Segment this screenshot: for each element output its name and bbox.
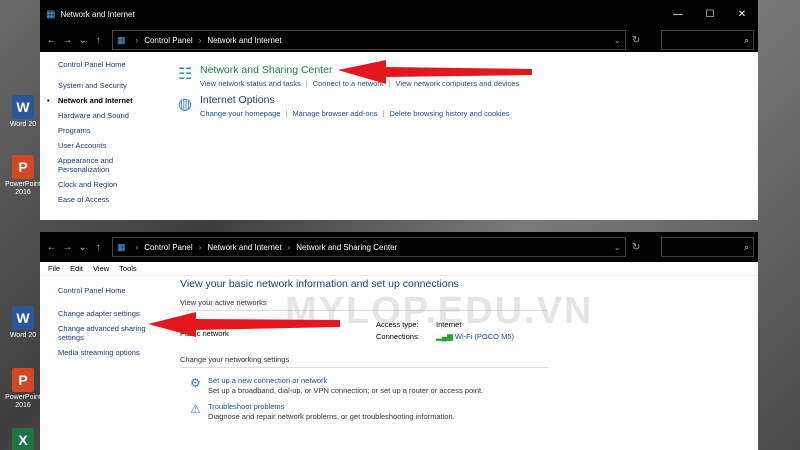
red-arrow-network-sharing [338,60,532,84]
annotation-arrows [148,60,532,337]
red-arrow-advanced-sharing [148,312,340,337]
